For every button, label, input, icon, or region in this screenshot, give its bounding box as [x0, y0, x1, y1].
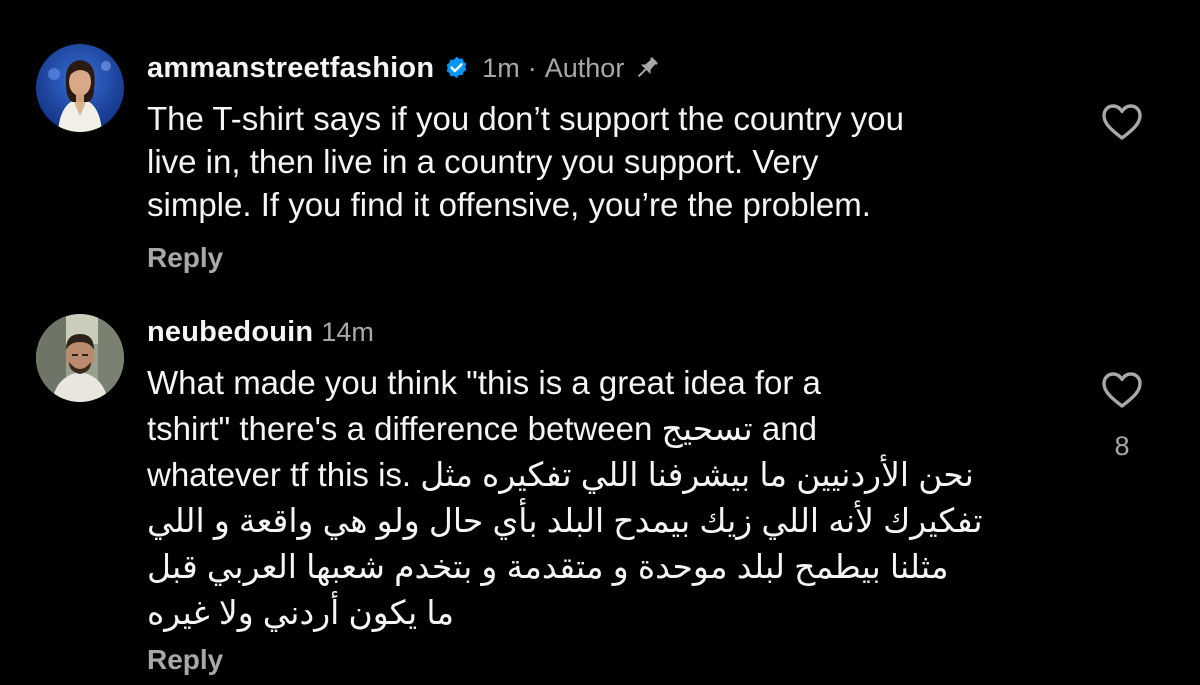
pin-icon: [632, 53, 662, 83]
comment-item: neubedouin 14m What made you think "this…: [0, 300, 1200, 685]
comment-text-line: The T-shirt says if you don’t support th…: [147, 100, 904, 137]
reply-button[interactable]: Reply: [147, 644, 223, 676]
avatar[interactable]: [36, 314, 124, 402]
comment-text-line: What made you think "this is a great ide…: [147, 364, 821, 401]
heart-outline-icon: [1102, 372, 1142, 408]
woman-in-white-blazer-avatar: [36, 44, 124, 132]
comment-time: 1m: [482, 52, 520, 83]
comment-text-line: تفكيرك لأنه اللي زيك بيمدح البلد بأي حال…: [147, 502, 983, 539]
comment-text-line: ما يكون أردني ولا غيره: [147, 594, 455, 631]
comment-text-line: live in, then live in a country you supp…: [147, 143, 819, 180]
comment-text-line: whatever tf this is. نحن الأردنيين ما بي…: [147, 456, 974, 493]
comment-header: neubedouin 14m: [147, 312, 374, 352]
comment-time: 14m: [321, 316, 374, 347]
comment-text: The T-shirt says if you don’t support th…: [147, 97, 1052, 226]
comment-header: ammanstreetfashion 1m · Author: [147, 48, 662, 88]
like-count: 8: [1114, 431, 1130, 461]
like-button[interactable]: [1098, 98, 1146, 146]
meta-separator: ·: [527, 52, 537, 83]
username[interactable]: neubedouin: [147, 316, 313, 349]
avatar[interactable]: [36, 44, 124, 132]
comment-text: What made you think "this is a great ide…: [147, 360, 1052, 636]
heart-outline-icon: [1102, 104, 1142, 140]
man-in-car-avatar: [36, 314, 124, 402]
comment-text-line: tshirt" there's a difference between تسح…: [147, 410, 817, 447]
like-button[interactable]: [1098, 366, 1146, 414]
username[interactable]: ammanstreetfashion: [147, 52, 434, 85]
reply-button[interactable]: Reply: [147, 242, 223, 274]
comment-text-line: simple. If you find it offensive, you’re…: [147, 186, 871, 223]
comment-item: ammanstreetfashion 1m · Author The T-shi…: [0, 0, 1200, 300]
comment-text-line: مثلنا بيطمح لبلد موحدة و متقدمة و بتخدم …: [147, 548, 949, 585]
verified-badge-icon: [443, 55, 470, 82]
author-label: Author: [544, 52, 625, 83]
